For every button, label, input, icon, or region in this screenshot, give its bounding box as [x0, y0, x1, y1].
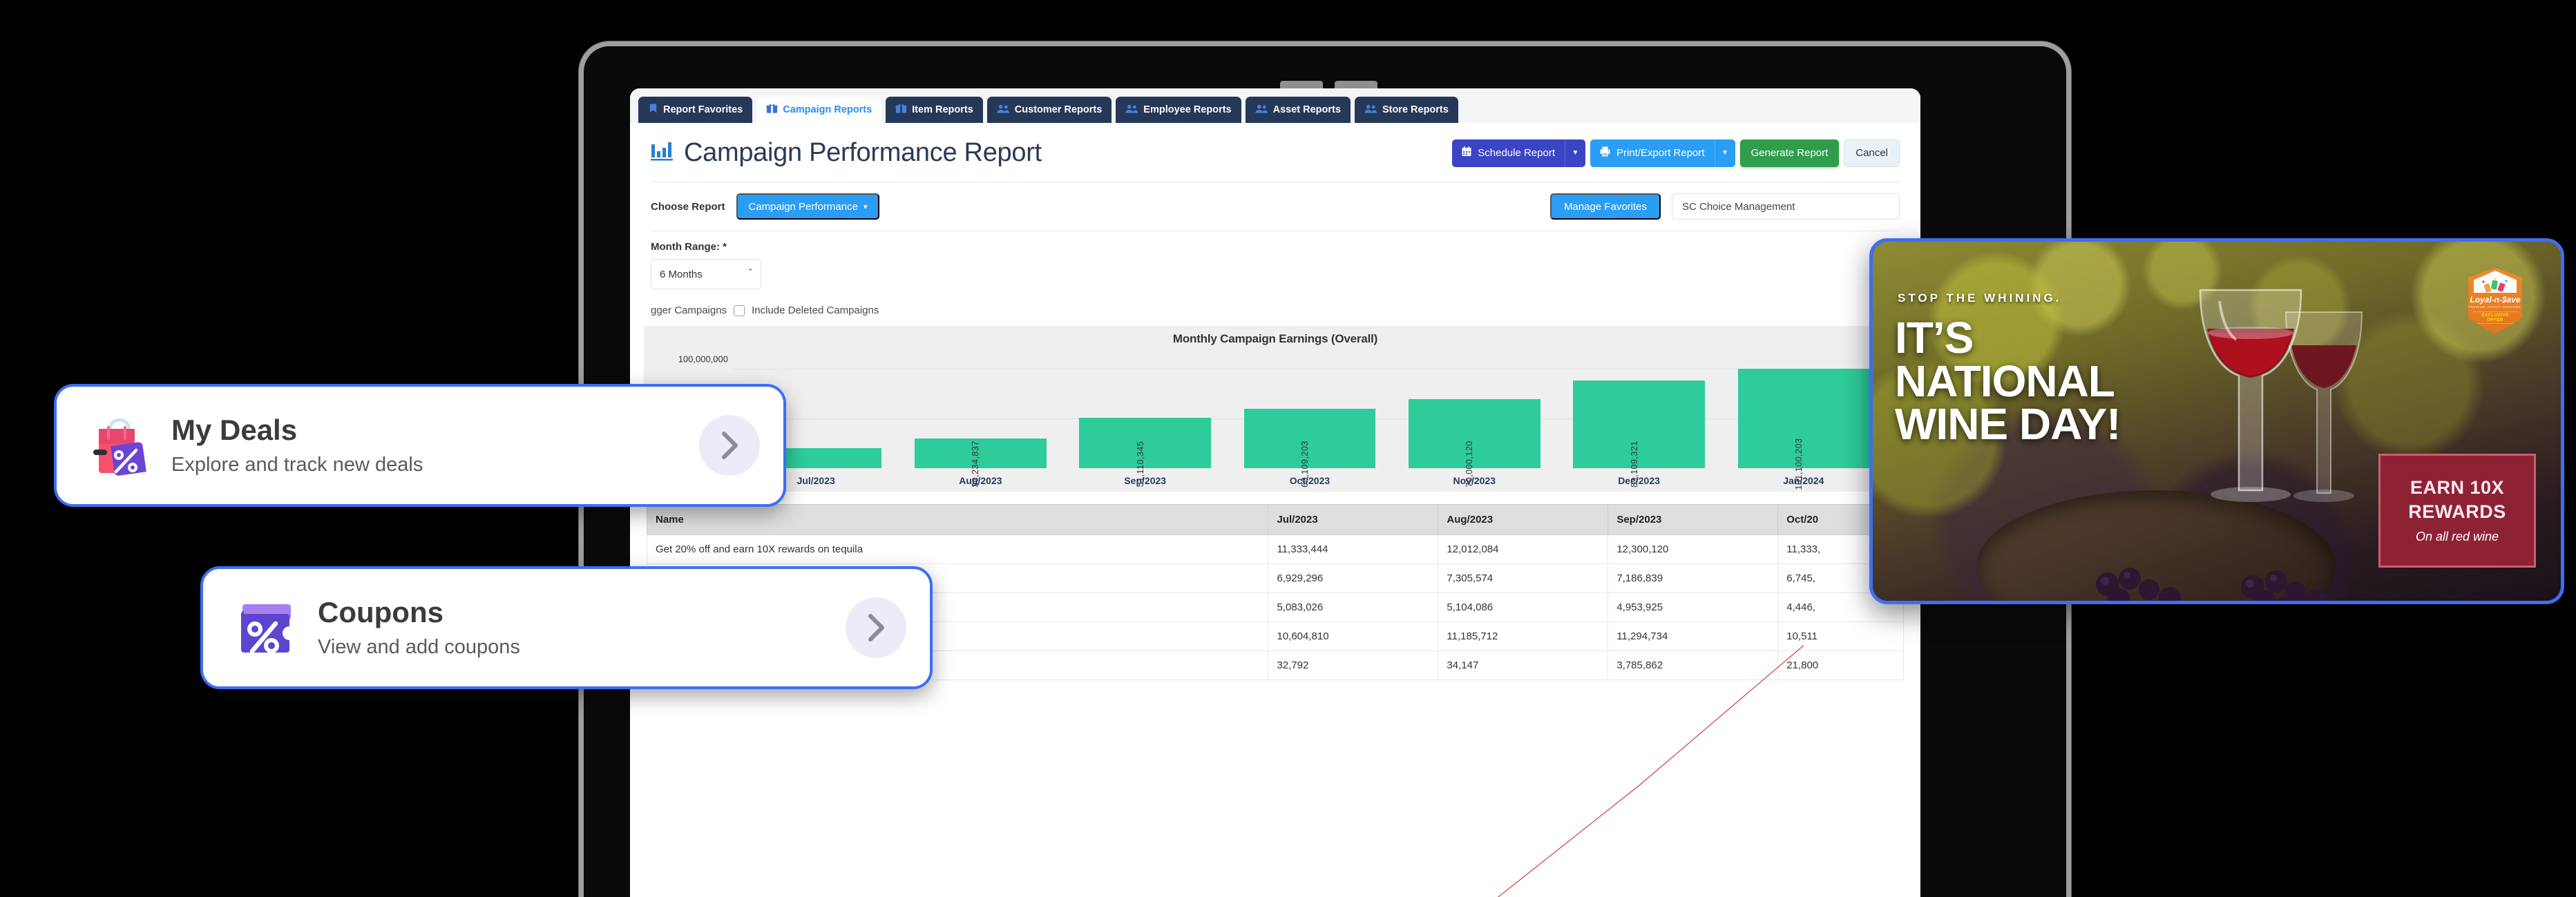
tab-label: Store Reports — [1382, 104, 1449, 115]
tab-item-reports[interactable]: Item Reports — [886, 97, 983, 123]
users-icon — [1364, 104, 1377, 117]
choose-report-row: Choose Report Campaign Performance ▾ Man… — [630, 182, 1920, 231]
page-title: Campaign Performance Report — [684, 138, 1042, 167]
bar-chart-icon — [651, 140, 674, 166]
coupons-subtitle: View and add coupons — [318, 635, 520, 658]
bookmark-icon — [648, 103, 658, 117]
tab-label: Employee Reports — [1143, 104, 1232, 115]
chevron-down-icon: ▼ — [1721, 149, 1729, 157]
generate-report-button[interactable]: Generate Report — [1739, 139, 1840, 167]
my-deals-title: My Deals — [171, 414, 298, 447]
choose-report-left: Choose Report Campaign Performance ▾ — [651, 193, 880, 220]
coupons-title: Coupons — [318, 596, 443, 629]
filters-section: Month Range: * 6 Months ˇ — [630, 231, 1920, 293]
chart-x-label: Nov/2023 — [1453, 475, 1496, 486]
calendar-icon — [1462, 146, 1471, 160]
include-deleted-campaigns-checkbox[interactable] — [734, 305, 745, 316]
tab-label: Report Favorites — [663, 104, 743, 115]
badge-subtitle: PREMIUM LOYALTY REWARDS. — [2468, 305, 2522, 309]
grapes-image — [2096, 568, 2327, 601]
users-icon — [997, 104, 1010, 117]
application-screen: Report Favorites Campaign Reports Item R… — [630, 88, 1920, 897]
schedule-report-dropdown[interactable]: ▼ — [1565, 139, 1585, 167]
report-page: Campaign Performance Report Schedule Rep… — [630, 123, 1920, 897]
choose-report-right: Manage Favorites SC Choice Management — [1549, 193, 1900, 220]
badge-offer-label: EXCLUSIVE OFFER — [2473, 311, 2517, 324]
printer-icon — [1600, 146, 1610, 160]
choose-report-label: Choose Report — [651, 200, 725, 213]
coupons-text: Coupons View and add coupons — [308, 597, 846, 658]
badge-name: Loyal-n-$ave — [2470, 295, 2521, 305]
national-wine-day-ad[interactable]: STOP THE WHINING. IT’S NATIONAL WINE DAY… — [1869, 238, 2564, 604]
chevron-down-icon: ▼ — [1572, 149, 1579, 157]
users-icon — [1125, 104, 1138, 117]
gift-icon — [895, 103, 907, 117]
checkbox-row: gger Campaigns Include Deleted Campaigns — [630, 293, 1920, 322]
tab-campaign-reports[interactable]: Campaign Reports — [756, 97, 882, 123]
chart-y-tick-label: 100,000,000 — [678, 354, 728, 365]
month-range-value: 6 Months — [660, 268, 703, 280]
page-title-group: Campaign Performance Report — [651, 138, 1042, 168]
header-actions: Schedule Report ▼ Print/Export Report ▼ … — [1452, 139, 1900, 167]
month-range-select[interactable]: 6 Months ˇ — [651, 259, 761, 289]
coupon-percent-icon — [227, 589, 308, 666]
my-deals-text: My Deals Explore and track new deals — [162, 414, 699, 476]
coupons-chevron-right-icon[interactable] — [846, 597, 906, 658]
print-export-dropdown[interactable]: ▼ — [1714, 139, 1735, 167]
chart-x-label: Dec/2023 — [1618, 475, 1660, 486]
ad-kicker: STOP THE WHINING. — [1898, 291, 2062, 305]
chart-x-label: Oct/2023 — [1289, 475, 1330, 486]
manage-favorites-button[interactable]: Manage Favorites — [1549, 193, 1661, 220]
my-deals-card[interactable]: My Deals Explore and track new deals — [54, 384, 786, 507]
tablet-volume-up-button — [1280, 81, 1323, 88]
tab-store-reports[interactable]: Store Reports — [1354, 97, 1458, 123]
tab-label: Campaign Reports — [783, 104, 872, 115]
month-range-label: Month Range: * — [651, 241, 727, 253]
my-deals-chevron-right-icon[interactable] — [699, 415, 760, 476]
offer-line-3: On all red wine — [2415, 530, 2499, 543]
offer-line-2: REWARDS — [2408, 501, 2506, 522]
report-type-dropdown[interactable]: Campaign Performance ▾ — [736, 193, 880, 220]
coupons-card[interactable]: Coupons View and add coupons — [200, 566, 933, 689]
cancel-button[interactable]: Cancel — [1844, 139, 1900, 167]
report-tabbar: Report Favorites Campaign Reports Item R… — [630, 88, 1920, 123]
store-select-value: SC Choice Management — [1682, 200, 1795, 213]
schedule-report-label: Schedule Report — [1478, 147, 1555, 159]
chart-title: Monthly Campaign Earnings (Overall) — [1172, 332, 1378, 345]
schedule-report-button[interactable]: Schedule Report — [1452, 139, 1565, 167]
tab-report-favorites[interactable]: Report Favorites — [638, 97, 753, 123]
gift-icon — [766, 103, 778, 117]
print-export-report-button[interactable]: Print/Export Report — [1590, 139, 1715, 167]
page-header: Campaign Performance Report Schedule Rep… — [630, 123, 1920, 182]
print-export-report-label: Print/Export Report — [1616, 147, 1705, 159]
tab-customer-reports[interactable]: Customer Reports — [986, 97, 1112, 123]
tab-employee-reports[interactable]: Employee Reports — [1116, 97, 1241, 123]
report-type-value: Campaign Performance — [748, 200, 858, 213]
tab-asset-reports[interactable]: Asset Reports — [1245, 97, 1351, 123]
chart-plot-area: 50,000,000100,000,00030,234,83751,110,34… — [678, 354, 1886, 468]
users-icon — [1255, 104, 1268, 117]
campaign-earnings-chart: Monthly Campaign Earnings (Overall) 50,0… — [644, 326, 1907, 492]
chevron-down-icon: ▾ — [863, 202, 868, 211]
tablet-volume-down-button — [1335, 81, 1377, 88]
store-select[interactable]: SC Choice Management — [1672, 193, 1900, 220]
tab-label: Item Reports — [912, 104, 973, 115]
offer-line-1: EARN 10X — [2410, 477, 2505, 498]
my-deals-subtitle: Explore and track new deals — [171, 453, 423, 476]
shopping-bag-percent-icon — [80, 407, 162, 484]
chart-x-axis-labels: Jul/2023 Aug/2023 Sep/2023 Oct/2023 Nov/2023… — [734, 475, 1886, 486]
chart-x-label: Sep/2023 — [1124, 475, 1167, 486]
ad-offer-box: EARN 10X REWARDS On all red wine — [2378, 454, 2536, 568]
tab-label: Asset Reports — [1272, 104, 1341, 115]
badge-confetti-icon — [2474, 271, 2517, 293]
trigger-campaigns-label: gger Campaigns — [651, 305, 727, 316]
chart-x-label: Jan/2024 — [1783, 475, 1824, 486]
wine-glass-front-image — [2199, 289, 2302, 502]
chart-x-label: Aug/2023 — [959, 475, 1002, 486]
chevron-down-icon: ˇ — [748, 268, 752, 280]
include-deleted-campaigns-label: Include Deleted Campaigns — [752, 305, 879, 316]
tab-label: Customer Reports — [1014, 104, 1103, 115]
ad-headline: IT’S NATIONAL WINE DAY! — [1895, 313, 2121, 450]
